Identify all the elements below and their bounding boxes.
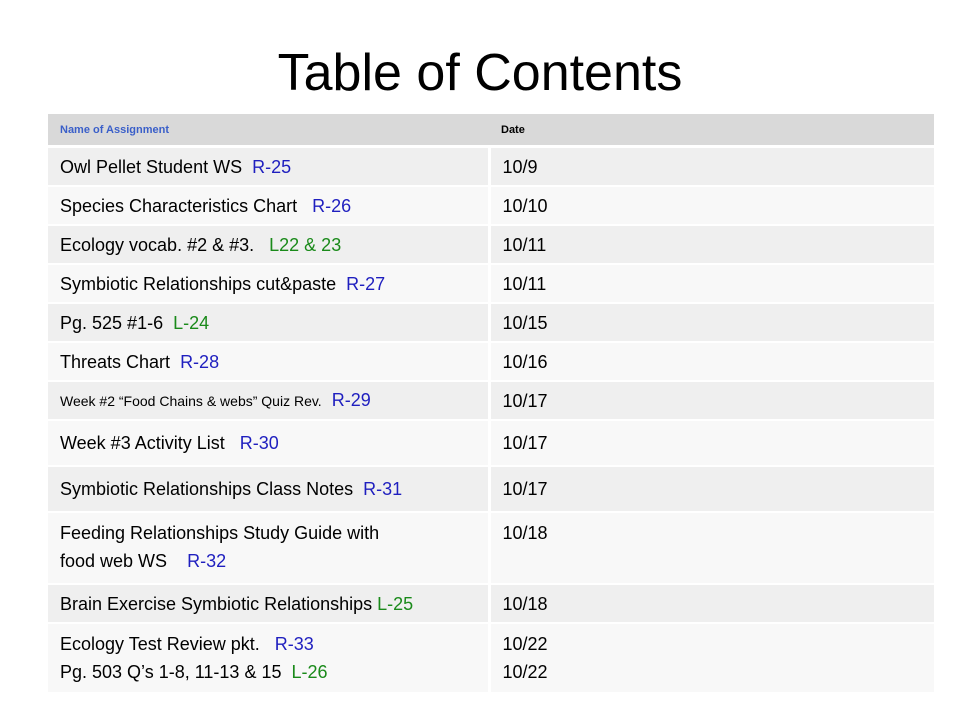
assignment-ref: R-29 [331, 390, 371, 410]
table-row: Ecology Test Review pkt. R-33 Pg. 503 Q’s… [48, 622, 934, 694]
assignment-ref: R-31 [363, 479, 403, 499]
assignment-ref: R-33 [274, 634, 314, 654]
assignment-name: Owl Pellet Student WS [60, 156, 243, 177]
table-row: Symbiotic Relationships Class Notes R-31… [48, 465, 934, 513]
assignment-cell: Ecology Test Review pkt. R-33 Pg. 503 Q’s… [48, 622, 491, 694]
page-title: Table of Contents [277, 44, 683, 102]
date-cell: 10/16 [489, 341, 934, 382]
assignment-ref: R-32 [187, 551, 227, 571]
assignment-cell: Species Characteristics Chart R-26 [48, 185, 491, 226]
table-row: Owl Pellet Student WS R-25 10/9 [48, 145, 934, 187]
assignment-name-line2: Pg. 503 Q’s 1-8, 11-13 & 15 [60, 662, 282, 682]
assignment-name: Species Characteristics Chart [60, 195, 298, 216]
assignment-ref: R-28 [180, 351, 220, 372]
table-row: Feeding Relationships Study Guide with fo… [48, 511, 934, 585]
table-row: Species Characteristics Chart R-26 10/10 [48, 185, 934, 226]
assignment-ref: L-24 [173, 312, 210, 333]
assignment-cell: Symbiotic Relationships cut&paste R-27 [48, 263, 491, 304]
assignment-name: Week #2 “Food Chains & webs” Quiz Rev. [60, 393, 322, 409]
date-cell: 10/9 [489, 145, 934, 187]
assignment-cell: Brain Exercise Symbiotic Relationships L… [48, 583, 491, 624]
table-row: Symbiotic Relationships cut&paste R-27 1… [48, 263, 934, 304]
column-header-date: Date [489, 114, 934, 148]
assignment-name: Week #3 Activity List [60, 433, 225, 453]
assignment-name-line2: food web WS [60, 551, 168, 571]
assignment-ref: R-30 [239, 433, 279, 453]
assignment-name: Symbiotic Relationships cut&paste [60, 273, 337, 294]
assignment-cell: Ecology vocab. #2 & #3. L22 & 23 [48, 224, 491, 265]
assignment-name: Ecology vocab. #2 & #3. [60, 234, 255, 255]
date-cell: 10/11 [489, 263, 934, 304]
assignment-cell: Symbiotic Relationships Class Notes R-31 [48, 465, 491, 513]
date-line1: 10/22 [502, 634, 548, 654]
assignment-name: Pg. 525 #1-6 [60, 312, 164, 333]
assignment-name-line1: Feeding Relationships Study Guide with [60, 523, 380, 543]
assignment-cell: Week #3 Activity List R-30 [48, 419, 491, 467]
assignment-name: Threats Chart [60, 351, 171, 372]
assignment-name-line1: Ecology Test Review pkt. [60, 634, 260, 654]
assignment-ref: R-25 [252, 156, 292, 177]
date-cell: 10/17 [489, 419, 934, 467]
date-cell: 10/22 10/22 [489, 622, 934, 694]
table-row: Ecology vocab. #2 & #3. L22 & 23 10/11 [48, 224, 934, 265]
assignment-ref: L-26 [291, 662, 328, 682]
date-cell: 10/10 [489, 185, 934, 226]
assignment-cell: Week #2 “Food Chains & webs” Quiz Rev. R… [48, 380, 491, 421]
assignment-name: Symbiotic Relationships Class Notes [60, 479, 354, 499]
assignment-cell: Threats Chart R-28 [48, 341, 491, 382]
table-row: Week #3 Activity List R-30 10/17 [48, 419, 934, 467]
date-cell: 10/18 [489, 583, 934, 624]
table-row: Threats Chart R-28 10/16 [48, 341, 934, 382]
assignment-name: Brain Exercise Symbiotic Relationships [60, 593, 373, 614]
table-row: Brain Exercise Symbiotic Relationships L… [48, 583, 934, 624]
assignment-cell: Feeding Relationships Study Guide with fo… [48, 511, 491, 585]
date-cell: 10/11 [489, 224, 934, 265]
table-row: Pg. 525 #1-6 L-24 10/15 [48, 302, 934, 343]
table-header-row: Name of Assignment Date [48, 114, 934, 148]
assignment-ref: L-25 [377, 593, 414, 614]
date-cell: 10/17 [489, 465, 934, 513]
date-cell: 10/18 [489, 511, 934, 585]
assignment-cell: Owl Pellet Student WS R-25 [48, 145, 491, 187]
assignment-ref: R-27 [346, 273, 386, 294]
assignment-ref: R-26 [312, 195, 352, 216]
date-cell: 10/17 [489, 380, 934, 421]
assignment-ref: L22 & 23 [269, 234, 342, 255]
table-row: Week #2 “Food Chains & webs” Quiz Rev. R… [48, 380, 934, 421]
column-header-assignment: Name of Assignment [48, 114, 489, 148]
date-cell: 10/15 [489, 302, 934, 343]
contents-table: Name of Assignment Date Owl Pellet Stude… [48, 114, 934, 694]
assignment-cell: Pg. 525 #1-6 L-24 [48, 302, 491, 343]
date-line2: 10/22 [502, 662, 548, 682]
